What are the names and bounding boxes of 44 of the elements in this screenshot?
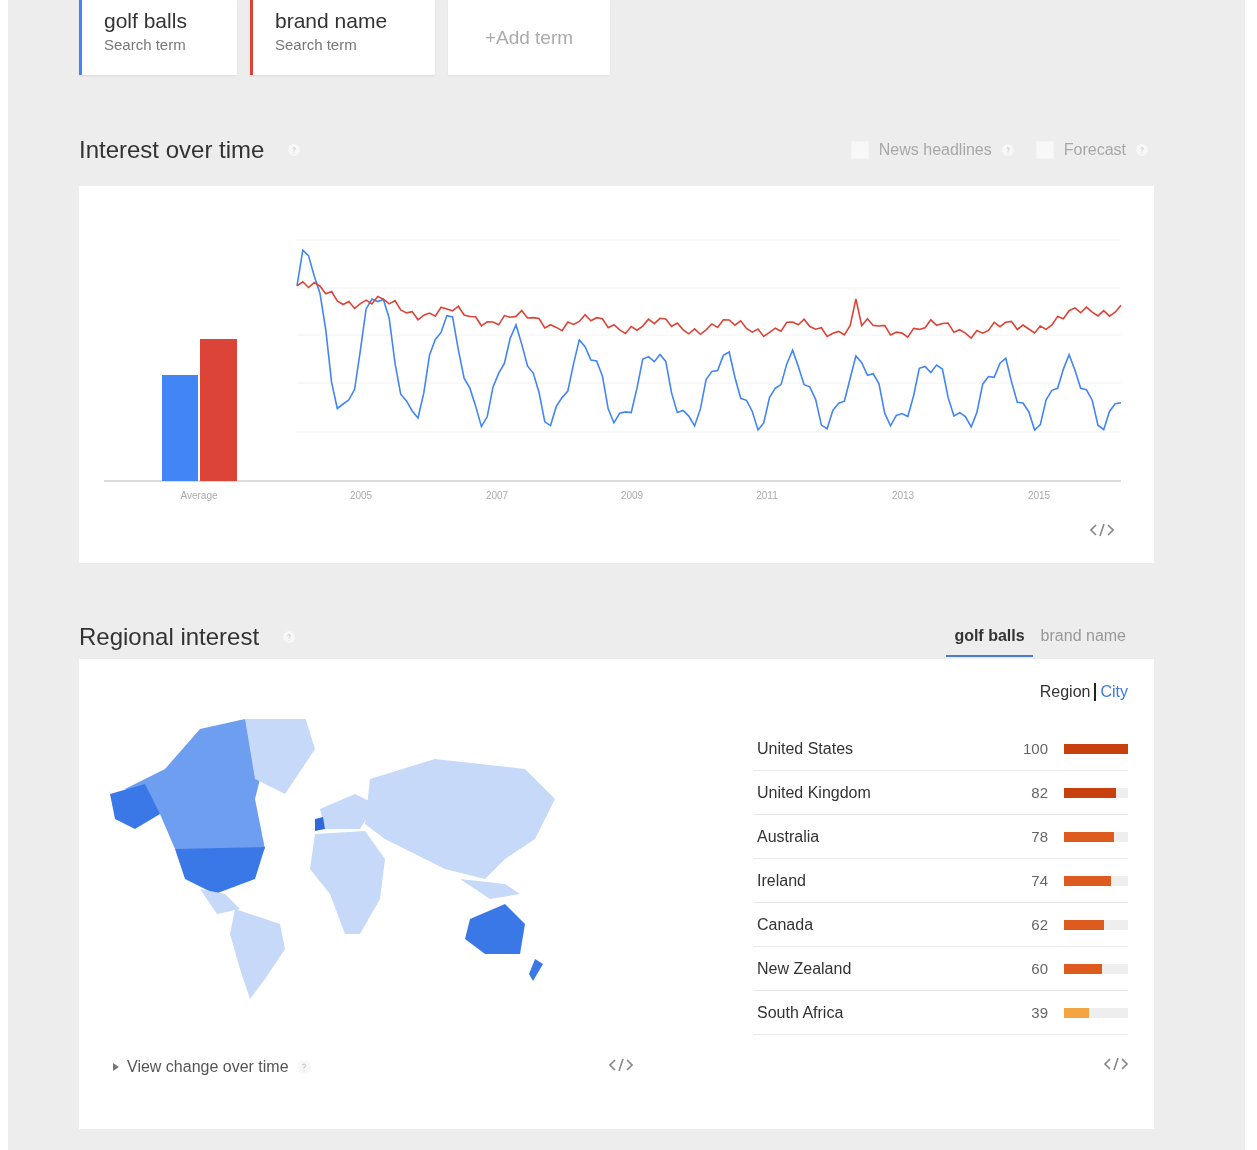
- option-label: Forecast: [1063, 141, 1126, 159]
- resolution-link[interactable]: Region: [1039, 683, 1091, 701]
- axis-label: 2011: [756, 490, 778, 501]
- interest-value: 62: [1031, 916, 1048, 933]
- country-name: New Zealand: [757, 959, 853, 978]
- help-icon[interactable]: [288, 144, 301, 156]
- term-name: brand name: [275, 9, 389, 33]
- option-label: News headlines: [878, 141, 992, 159]
- axis-label: 2013: [891, 490, 915, 501]
- section-title: Interest over time: [79, 136, 265, 164]
- help-icon[interactable]: [1001, 144, 1014, 156]
- interest-value: 39: [1031, 1004, 1048, 1021]
- term-name: golf balls: [104, 9, 188, 33]
- term-subtitle: Search term: [104, 36, 187, 53]
- search-term-card[interactable]: brand name Search term: [250, 0, 435, 75]
- embed-code-icon[interactable]: [1090, 523, 1114, 537]
- help-icon[interactable]: [296, 1060, 311, 1074]
- axis-label: 2007: [485, 490, 509, 501]
- axis-label: 2009: [620, 490, 644, 501]
- term-tab[interactable]: golf balls: [946, 623, 1033, 657]
- axis-label: Average: [180, 490, 218, 501]
- interest-value: 60: [1031, 960, 1048, 977]
- axis-label: 2005: [349, 490, 373, 501]
- search-term-card[interactable]: golf balls Search term: [79, 0, 237, 75]
- interest-value: 82: [1031, 784, 1048, 801]
- axis-label: 2015: [1027, 490, 1051, 501]
- country-name: United Kingdom: [757, 783, 872, 802]
- interest-value: 78: [1031, 828, 1048, 845]
- expand-triangle-icon[interactable]: [113, 1063, 119, 1071]
- interest-value: 100: [1022, 740, 1048, 757]
- embed-code-icon[interactable]: [1104, 1057, 1128, 1071]
- embed-code-icon[interactable]: [609, 1058, 633, 1072]
- help-icon[interactable]: [1136, 144, 1148, 156]
- country-name: Canada: [757, 915, 815, 934]
- country-name: Ireland: [757, 871, 807, 890]
- help-icon[interactable]: [283, 631, 296, 643]
- country-name: Australia: [757, 827, 821, 846]
- section-title: Regional interest: [79, 623, 260, 651]
- resolution-link[interactable]: City: [1100, 683, 1128, 701]
- country-name: United States: [757, 739, 855, 758]
- interest-value: 74: [1031, 872, 1048, 889]
- view-change-link[interactable]: View change over time: [127, 1058, 289, 1076]
- country-name: South Africa: [757, 1003, 845, 1022]
- term-subtitle: Search term: [275, 36, 358, 53]
